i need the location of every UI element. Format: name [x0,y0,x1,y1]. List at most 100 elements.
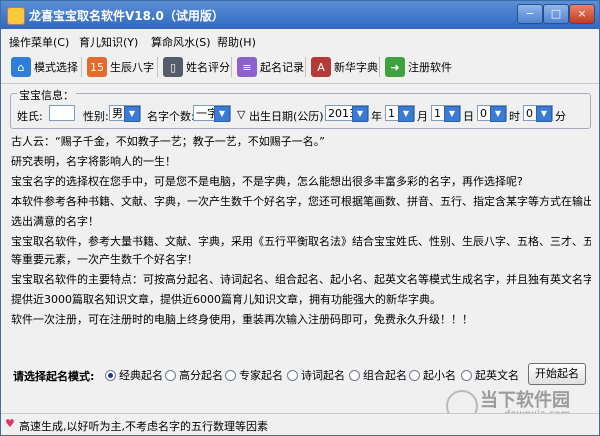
tool-label: 姓名评分 [186,61,230,74]
tool-birth-chart-button[interactable]: 15 生辰八字 [87,55,154,79]
close-button[interactable]: × [569,4,595,24]
tool-label: 起名记录 [260,61,304,74]
intro-line: 古人云：“赐子千金，不如教子一艺；教子一艺，不如赐子一名。” [11,135,325,148]
minimize-button[interactable]: − [517,4,543,24]
toolbar-divider [157,57,158,77]
radio-icon [287,369,298,381]
toolbar-divider [305,57,306,77]
name-length-select[interactable]: 一字 ▼ [193,105,231,122]
menu-fortune[interactable]: 算命风水(S) [151,34,211,50]
group-title: 宝宝信息： [17,87,76,103]
surname-input[interactable] [49,105,75,121]
chevron-down-icon: ▼ [444,106,460,122]
radio-label: 高分起名 [179,369,223,382]
tool-name-score-button[interactable]: ▯ 姓名评分 [163,55,230,79]
title-bar[interactable]: 龙喜宝宝取名软件V18.0（试用版） − □ × [1,1,599,29]
chevron-down-icon: ▼ [124,106,140,122]
gender-value: 男 [112,107,123,120]
radio-icon [349,369,360,381]
tool-label: 新华字典 [334,61,378,74]
tool-label: 注册软件 [408,61,452,74]
intro-line: 宝宝名字的选择权在您手中，可是您不是电脑，不是字典，怎么能想出很多丰富多彩的名字… [11,175,523,188]
chevron-down-icon: ▼ [398,106,414,122]
radio-label: 专家起名 [239,369,283,382]
app-window: 龙喜宝宝取名软件V18.0（试用版） − □ × 操作菜单(C) 育儿知识(Y)… [0,0,600,436]
radio-icon [461,369,472,381]
menu-bar: 操作菜单(C) 育儿知识(Y) 算命风水(S) 帮助(H) [1,31,599,49]
mode-radio-nickname[interactable]: 起小名 [409,367,456,383]
minute-select[interactable]: 0 ▼ [523,105,553,122]
chevron-down-icon: ▼ [536,106,552,122]
tool-label: 生辰八字 [110,61,154,74]
day-unit: 日 [463,110,474,123]
radio-selected-icon [105,369,116,381]
surname-label: 姓氏: [17,110,43,123]
radio-label: 经典起名 [119,369,163,382]
tool-mode-select-button[interactable]: ⌂ 模式选择 [11,55,78,79]
naming-mode-label: 请选择起名模式: [13,370,95,383]
intro-line: 选出满意的名字！ [11,215,99,228]
month-select[interactable]: 1 ▼ [385,105,415,122]
maximize-button[interactable]: □ [543,4,569,24]
toolbar-divider [231,57,232,77]
mode-radio-expert[interactable]: 专家起名 [225,367,283,383]
radio-icon [165,369,176,381]
day-value: 1 [434,107,441,120]
intro-line: 宝宝取名软件的主要特点：可按高分起名、诗词起名、组合起名、起小名、起英文名等模式… [11,273,591,286]
day-select[interactable]: 1 ▼ [431,105,461,122]
mode-radio-english[interactable]: 起英文名 [461,367,519,383]
toolbar-divider [379,57,380,77]
heart-icon: ♥ [5,417,15,430]
toolbar-divider [81,57,82,77]
mode-radio-high-score[interactable]: 高分起名 [165,367,223,383]
radio-icon [225,369,236,381]
chevron-down-icon: ▼ [352,106,368,122]
radio-icon [409,369,420,381]
menu-help[interactable]: 帮助(H) [217,34,256,50]
phone-icon: ▯ [163,57,183,77]
hour-unit: 时 [509,110,520,123]
mode-radio-classic[interactable]: 经典起名 [105,367,163,383]
tool-dictionary-button[interactable]: A 新华字典 [311,55,378,79]
gender-select[interactable]: 男 ▼ [109,105,141,122]
intro-line: 软件一次注册，可在注册时的电脑上终身使用，重装再次输入注册码即可，免费永久升级！… [11,313,473,326]
intro-line: 本软件参考各种书籍、文献、字典，一次产生数千个好名字，您还可根据笔画数、拼音、五… [11,195,591,208]
chevron-down-icon: ▼ [490,106,506,122]
year-select[interactable]: 2013 ▼ [325,105,369,122]
birth-date-label: 出生日期(公历): [249,110,328,123]
arrow-icon: ➜ [385,57,405,77]
notebook-icon: ≡ [237,57,257,77]
hour-value: 0 [480,107,487,120]
start-naming-button[interactable]: 开始起名 [528,363,586,385]
tool-naming-records-button[interactable]: ≡ 起名记录 [237,55,304,79]
intro-line: 提供近3000篇取名知识文章，提供近6000篇育儿知识文章，拥有功能强大的新华字… [11,293,441,306]
toolbar: ⌂ 模式选择 15 生辰八字 ▯ 姓名评分 ≡ 起名记录 A 新华字典 ➜ 注册… [1,51,599,84]
menu-operation[interactable]: 操作菜单(C) [9,34,69,50]
chevron-down-icon: ▼ [214,106,230,122]
gender-label: 性别: [83,110,109,123]
tool-register-button[interactable]: ➜ 注册软件 [385,55,452,79]
intro-line: 等重要元素，一次产生数千个好名字！ [11,253,198,266]
radio-label: 诗词起名 [301,369,345,382]
minute-value: 0 [526,107,533,120]
window-title: 龙喜宝宝取名软件V18.0（试用版） [29,9,224,23]
book-icon: A [311,57,331,77]
triangle-icon: ▽ [237,108,246,121]
mode-radio-combination[interactable]: 组合起名 [349,367,407,383]
menu-parenting[interactable]: 育儿知识(Y) [79,34,138,50]
calendar-icon: 15 [87,57,107,77]
intro-line: 研究表明，名字将影响人的一生！ [11,155,176,168]
radio-label: 起英文名 [475,369,519,382]
house-icon: ⌂ [11,57,31,77]
hour-select[interactable]: 0 ▼ [477,105,507,122]
status-text: 高速生成,以好听为主,不考虑名字的五行数理等因素 [19,420,268,433]
name-length-label: 名字个数: [147,110,195,123]
month-unit: 月 [417,110,428,123]
intro-text-area: 古人云：“赐子千金，不如教子一艺；教子一艺，不如赐子一名。” 研究表明，名字将影… [11,135,591,361]
minute-unit: 分 [555,110,566,123]
intro-line: 宝宝取名软件，参考大量书籍、文献、字典，采用《五行平衡取名法》结合宝宝姓氏、性别… [11,235,591,248]
radio-label: 起小名 [423,369,456,382]
app-logo-icon [7,7,25,25]
year-unit: 年 [371,110,382,123]
mode-radio-poetry[interactable]: 诗词起名 [287,367,345,383]
